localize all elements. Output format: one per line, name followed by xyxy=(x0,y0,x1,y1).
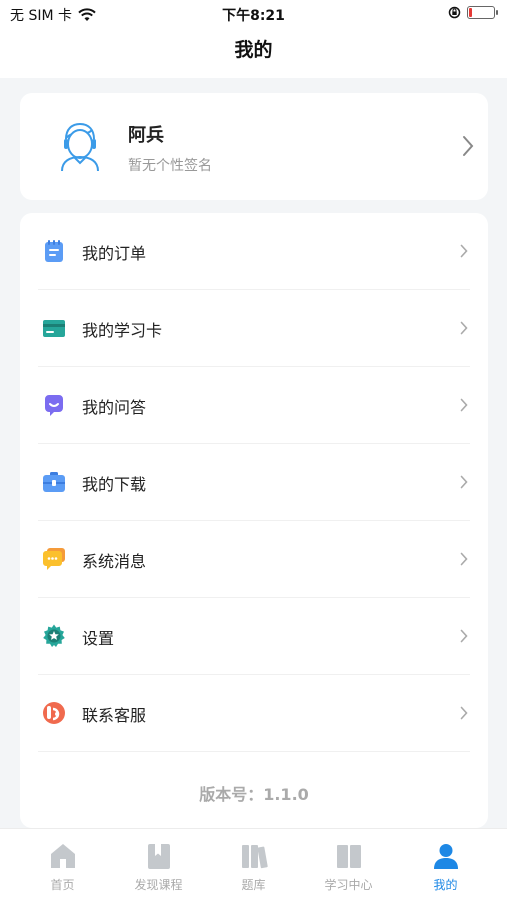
qa-icon xyxy=(45,395,63,416)
status-right xyxy=(448,6,498,19)
menu-label-customer-service: 联系客服 xyxy=(82,706,147,725)
orientation-lock-icon xyxy=(448,6,461,19)
order-icon xyxy=(45,240,63,262)
customer-service-icon xyxy=(43,702,65,724)
tab-label-mine: 我的 xyxy=(433,878,458,892)
chevron-right-icon xyxy=(460,706,468,720)
battery-icon xyxy=(467,6,498,19)
tab-label-home: 首页 xyxy=(50,878,75,892)
avatar-icon xyxy=(61,122,99,172)
tab-bar: 首页 发现课程 题库 学习中心 我的 xyxy=(0,828,507,900)
chevron-right-icon xyxy=(460,321,468,335)
message-icon xyxy=(43,548,65,570)
discover-icon xyxy=(148,844,170,869)
tab-label-study-center: 学习中心 xyxy=(324,878,373,892)
divider xyxy=(38,751,470,752)
menu-label-downloads: 我的下载 xyxy=(82,475,147,494)
question-bank-icon xyxy=(242,845,268,869)
menu-card: 我的订单 我的学习卡 我的问答 我的下载 系统消息 设置 联系客服 版本号：1.… xyxy=(20,213,488,828)
settings-icon xyxy=(43,624,65,647)
study-card-icon xyxy=(43,320,65,337)
menu-label-orders: 我的订单 xyxy=(82,244,147,263)
battery-level xyxy=(469,8,472,17)
tab-study-center[interactable]: 学习中心 xyxy=(298,829,399,900)
profile-name: 阿兵 xyxy=(128,125,164,146)
tab-question-bank[interactable]: 题库 xyxy=(203,829,304,900)
tab-home[interactable]: 首页 xyxy=(12,829,113,900)
profile-card[interactable]: 阿兵 暂无个性签名 xyxy=(20,93,488,200)
chevron-right-icon xyxy=(463,136,474,156)
menu-label-settings: 设置 xyxy=(82,629,115,648)
menu-item-messages[interactable]: 系统消息 xyxy=(20,521,488,598)
menu-label-qa: 我的问答 xyxy=(82,398,147,417)
home-icon xyxy=(51,844,75,868)
nav-bar: 我的 xyxy=(0,28,507,78)
menu-label-study-card: 我的学习卡 xyxy=(82,321,163,340)
chevron-right-icon xyxy=(460,244,468,258)
menu-label-messages: 系统消息 xyxy=(82,552,147,571)
menu-item-orders[interactable]: 我的订单 xyxy=(20,213,488,290)
download-icon xyxy=(43,472,65,492)
chevron-right-icon xyxy=(460,398,468,412)
status-bar: 无 SIM 卡 下午8:21 xyxy=(0,0,507,28)
chevron-right-icon xyxy=(460,629,468,643)
menu-item-qa[interactable]: 我的问答 xyxy=(20,367,488,444)
menu-item-downloads[interactable]: 我的下载 xyxy=(20,444,488,521)
chevron-right-icon xyxy=(460,475,468,489)
menu-item-study-card[interactable]: 我的学习卡 xyxy=(20,290,488,367)
tab-mine[interactable]: 我的 xyxy=(395,829,496,900)
profile-signature: 暂无个性签名 xyxy=(128,158,212,174)
chevron-right-icon xyxy=(460,552,468,566)
status-time: 下午8:21 xyxy=(222,8,285,24)
tab-discover[interactable]: 发现课程 xyxy=(108,829,209,900)
study-center-icon xyxy=(337,845,361,868)
menu-item-settings[interactable]: 设置 xyxy=(20,598,488,675)
tab-label-question-bank: 题库 xyxy=(241,878,266,892)
menu-item-customer-service[interactable]: 联系客服 xyxy=(20,675,488,752)
tab-label-discover: 发现课程 xyxy=(134,878,183,892)
version-label: 版本号：1.1.0 xyxy=(199,785,309,804)
page-title: 我的 xyxy=(234,39,273,61)
user-icon xyxy=(434,844,458,869)
